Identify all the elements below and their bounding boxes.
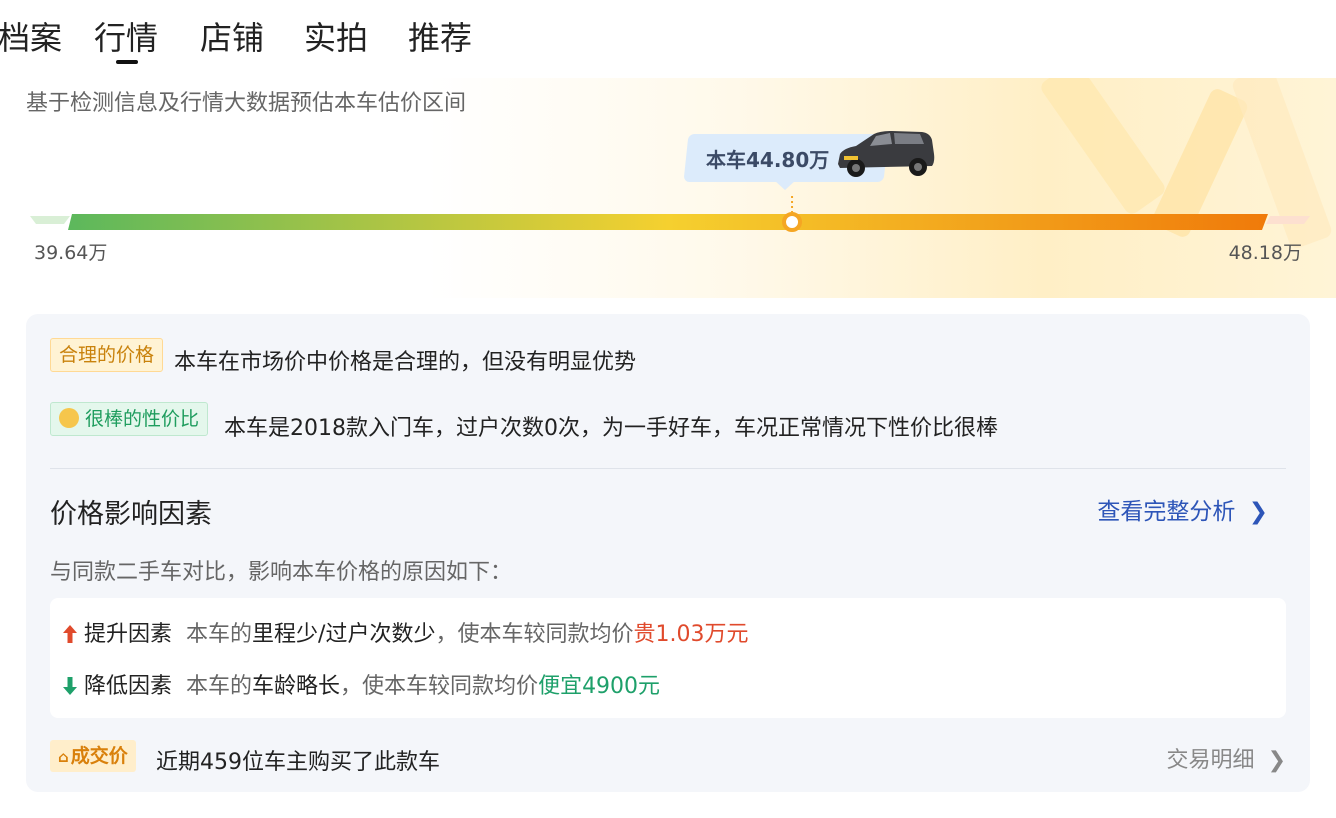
smile-emoji-icon (59, 408, 79, 428)
arrow-up-icon (63, 625, 77, 643)
value-text: 本车是2018款入门车，过户次数0次，为一手好车，车况正常情况下性价比很棒 (224, 416, 998, 441)
price-range-bar (30, 196, 1310, 232)
factor-down-label: 降低因素 (84, 674, 173, 699)
factors-title: 价格影响因素 (50, 499, 212, 530)
factor-down-middle: ，使本车较同款均价 (340, 674, 539, 699)
estimate-subtitle: 基于检测信息及行情大数据预估本车估价区间 (26, 91, 467, 116)
car-image (838, 131, 935, 177)
current-price-label: 本车44.80万 (706, 148, 830, 172)
price-estimate-panel: 基于检测信息及行情大数据预估本车估价区间 本车44.80万 39.64万 48.… (0, 78, 1336, 298)
factors-description: 与同款二手车对比，影响本车价格的原因如下： (50, 560, 513, 585)
factor-down-highlight: 车龄略长 (252, 674, 341, 699)
deal-price-tag: ⌂ 成交价 (50, 740, 136, 772)
reasonable-price-text: 本车在市场价中价格是合理的，但没有明显优势 (174, 350, 637, 375)
tab-photos[interactable]: 实拍 (304, 18, 368, 58)
factor-down-prefix: 本车的 (186, 674, 253, 699)
reasonable-price-tag: 合理的价格 (50, 338, 164, 372)
range-min-label: 39.64万 (34, 242, 108, 264)
factor-up-amount: 贵1.03万元 (633, 622, 749, 647)
transaction-detail-label: 交易明细 (1166, 748, 1255, 773)
tag-icon: ⌂ (58, 748, 69, 766)
factor-down-row: 降低因素 本车的车龄略长，使本车较同款均价便宜4900元 (62, 668, 660, 700)
factor-up-highlight: 里程少/过户次数少 (252, 622, 436, 647)
full-analysis-label: 查看完整分析 (1097, 499, 1236, 525)
deal-tag-label: 成交价 (70, 745, 128, 767)
chevron-right-icon: ❯ (1248, 499, 1268, 525)
arrow-down-icon (63, 677, 77, 695)
bar-left-fade (30, 216, 70, 224)
factor-down-amount: 便宜4900元 (538, 674, 661, 699)
full-analysis-link[interactable]: 查看完整分析 ❯ (1097, 492, 1268, 526)
tab-bar: 档案 行情 店铺 实拍 推荐 (0, 0, 1336, 78)
transaction-detail-link[interactable]: 交易明细 ❯ (1167, 742, 1286, 774)
chevron-right-icon: ❯ (1267, 748, 1286, 773)
tab-recommend[interactable]: 推荐 (408, 18, 472, 58)
tab-market[interactable]: 行情 (94, 18, 158, 64)
current-price-marker (782, 212, 803, 232)
tab-shop[interactable]: 店铺 (200, 18, 264, 58)
bar-right-fade (1266, 216, 1310, 224)
bar-main (68, 214, 1268, 230)
factors-list: 提升因素 本车的里程少/过户次数少，使本车较同款均价贵1.03万元 降低因素 本车的… (50, 598, 1286, 718)
value-tag: 很棒的性价比 (50, 402, 209, 436)
value-tag-label: 很棒的性价比 (85, 408, 200, 430)
factor-up-middle: ，使本车较同款均价 (435, 622, 634, 647)
factor-up-row: 提升因素 本车的里程少/过户次数少，使本车较同款均价贵1.03万元 (62, 616, 748, 648)
factor-up-prefix: 本车的 (186, 622, 253, 647)
divider (50, 468, 1286, 469)
deal-text: 近期459位车主购买了此款车 (156, 750, 440, 775)
tab-archive[interactable]: 档案 (0, 18, 62, 58)
factor-up-label: 提升因素 (84, 622, 173, 647)
range-max-label: 48.18万 (1228, 242, 1302, 264)
price-analysis-card: 合理的价格 本车在市场价中价格是合理的，但没有明显优势 很棒的性价比 本车是20… (26, 314, 1310, 792)
